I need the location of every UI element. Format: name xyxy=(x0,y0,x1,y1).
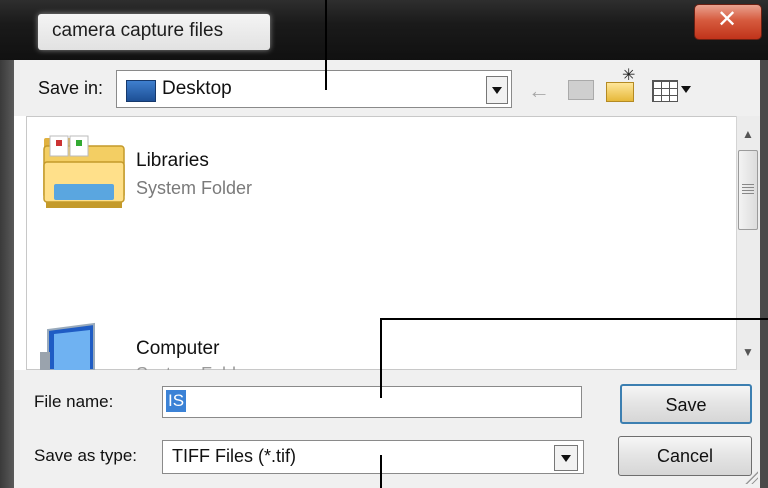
resize-grip-icon[interactable] xyxy=(744,470,758,484)
callout-line xyxy=(380,318,768,320)
save-in-label: Save in: xyxy=(38,78,104,98)
close-icon[interactable]: ✕ xyxy=(694,2,760,36)
new-folder-spark-icon: ✳ xyxy=(622,67,636,84)
views-menu-icon[interactable] xyxy=(652,80,678,102)
file-list[interactable] xyxy=(26,116,738,370)
list-item-name[interactable]: Libraries xyxy=(136,150,209,172)
file-name-label: File name: xyxy=(34,392,114,411)
callout-line xyxy=(380,318,382,398)
up-folder-icon[interactable] xyxy=(568,80,594,100)
callout-line xyxy=(325,0,327,90)
back-arrow-icon[interactable]: ← xyxy=(528,80,550,102)
new-folder-icon[interactable] xyxy=(606,82,634,102)
scroll-down-icon[interactable]: ▼ xyxy=(742,346,754,358)
callout-line xyxy=(380,455,382,488)
window-frame-right xyxy=(760,60,768,488)
chevron-down-icon xyxy=(561,455,571,462)
file-name-input[interactable] xyxy=(162,386,582,418)
save-as-type-label: Save as type: xyxy=(34,446,138,465)
cancel-button[interactable]: Cancel xyxy=(618,436,752,476)
save-as-type-value[interactable]: TIFF Files (*.tif) xyxy=(172,446,296,467)
list-item-name[interactable]: Computer xyxy=(136,338,219,360)
desktop-icon xyxy=(126,80,156,102)
window-frame-left xyxy=(0,60,14,488)
list-item-type: System Folder xyxy=(136,178,253,198)
save-in-dropdown-button[interactable] xyxy=(486,76,508,104)
save-button[interactable]: Save xyxy=(620,384,752,424)
scroll-grip-icon xyxy=(742,184,754,194)
window-title: camera capture files xyxy=(52,20,224,41)
save-in-location: Desktop xyxy=(162,78,232,99)
scroll-up-icon[interactable]: ▲ xyxy=(742,128,754,140)
chevron-down-icon xyxy=(492,87,502,94)
save-as-type-dropdown-button[interactable] xyxy=(554,445,578,471)
views-dropdown-icon[interactable] xyxy=(681,86,691,93)
libraries-folder-icon[interactable] xyxy=(42,132,126,212)
computer-icon[interactable] xyxy=(40,322,98,370)
file-name-value[interactable]: IS xyxy=(166,390,187,412)
